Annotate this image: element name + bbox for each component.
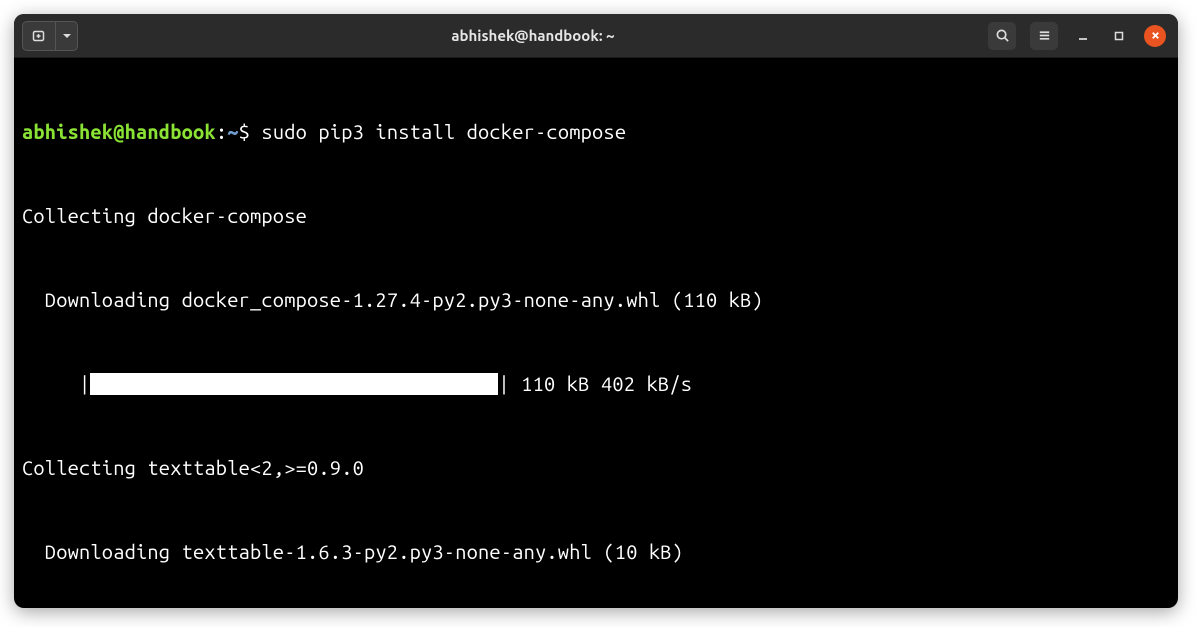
output-line: Collecting docker-compose — [22, 202, 1170, 230]
prompt-dollar: $ — [239, 120, 250, 143]
terminal-content[interactable]: abhishek@handbook:~$ sudo pip3 install d… — [14, 58, 1178, 608]
new-tab-button[interactable] — [22, 21, 56, 51]
output-line: Collecting texttable<2,>=0.9.0 — [22, 454, 1170, 482]
menu-button[interactable] — [1030, 22, 1058, 50]
search-button[interactable] — [988, 22, 1016, 50]
search-icon — [995, 28, 1010, 43]
progress-bar — [90, 373, 498, 395]
maximize-button[interactable] — [1108, 25, 1130, 47]
close-icon — [1150, 30, 1161, 41]
hamburger-icon — [1037, 28, 1052, 43]
progress-line: | | 110 kB 402 kB/s — [22, 370, 1170, 398]
terminal-window: abhishek@handbook: ~ — [14, 14, 1178, 608]
tab-dropdown-button[interactable] — [56, 21, 78, 51]
prompt-line: abhishek@handbook:~$ sudo pip3 install d… — [22, 118, 1170, 146]
prompt-path: ~ — [227, 120, 238, 143]
prompt-colon: : — [216, 120, 227, 143]
chevron-down-icon — [62, 31, 72, 41]
minimize-icon — [1077, 30, 1089, 42]
progress-suffix: | 110 kB 402 kB/s — [498, 370, 692, 398]
titlebar-right-group — [988, 22, 1170, 50]
output-line: Downloading texttable-1.6.3-py2.py3-none… — [22, 538, 1170, 566]
prompt-user-host: abhishek@handbook — [22, 120, 216, 143]
minimize-button[interactable] — [1072, 25, 1094, 47]
new-tab-icon — [31, 28, 47, 44]
progress-prefix: | — [22, 370, 90, 398]
close-button[interactable] — [1144, 25, 1166, 47]
titlebar: abhishek@handbook: ~ — [14, 14, 1178, 58]
titlebar-left-group — [22, 21, 78, 51]
window-title: abhishek@handbook: ~ — [78, 27, 988, 44]
maximize-icon — [1113, 30, 1125, 42]
output-line: Downloading docker_compose-1.27.4-py2.py… — [22, 286, 1170, 314]
command-text: sudo pip3 install docker-compose — [250, 120, 626, 143]
